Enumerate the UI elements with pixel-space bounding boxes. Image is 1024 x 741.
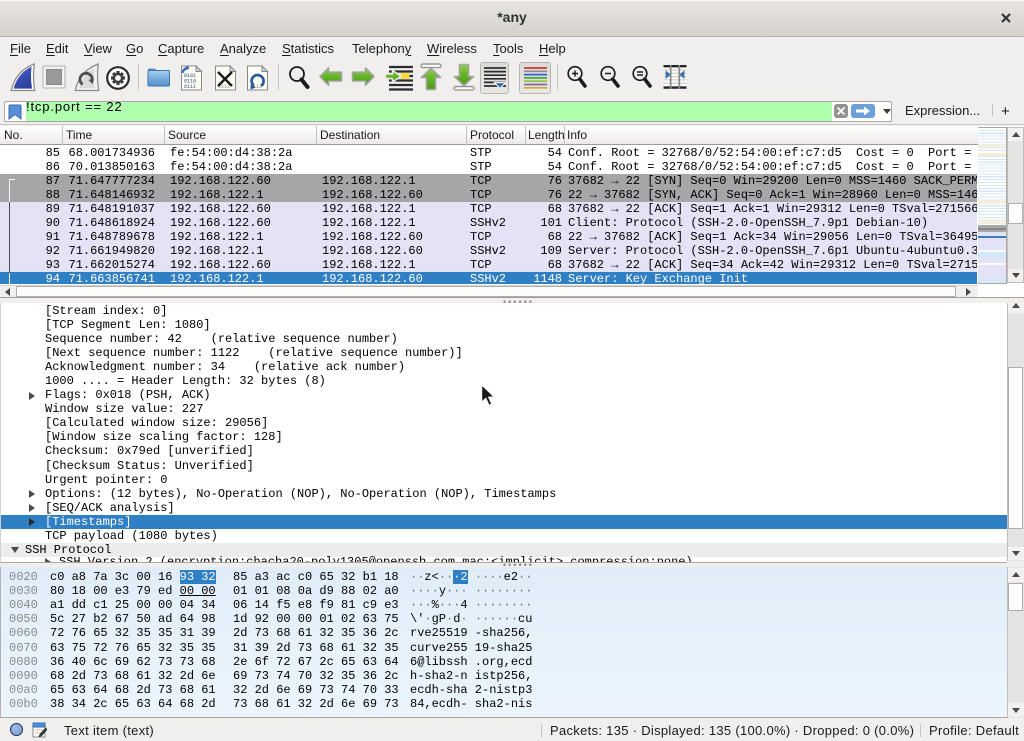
svg-text:0111: 0111 bbox=[184, 84, 196, 90]
